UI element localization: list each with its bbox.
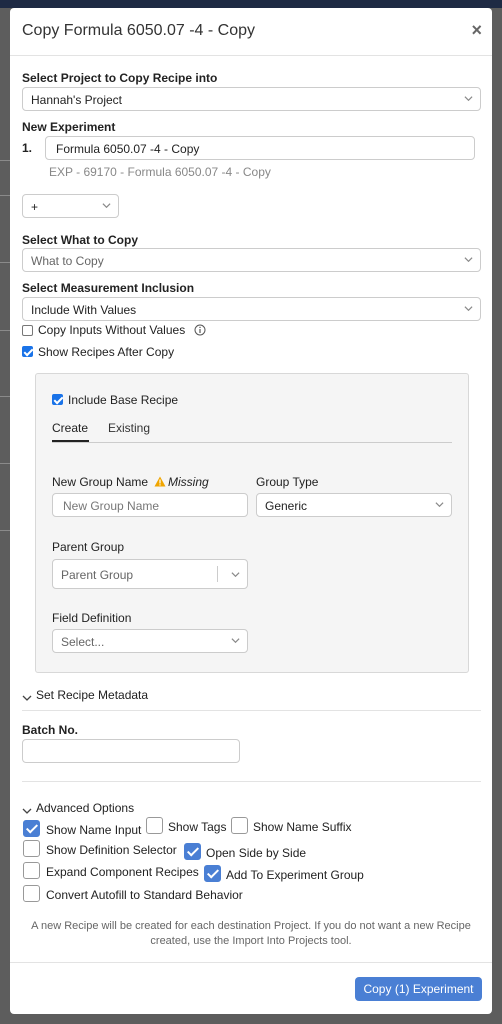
what-to-copy-placeholder: What to Copy [31,254,104,268]
field-definition-select[interactable]: Select... [52,629,248,653]
experiment-subtitle: EXP - 69170 - Formula 6050.07 -4 - Copy [49,165,271,179]
dialog-header: Copy Formula 6050.07 -4 - Copy × [10,8,492,56]
project-select[interactable]: Hannah's Project [22,87,481,111]
new-experiment-label: New Experiment [22,120,116,134]
add-experiment-label: + [31,200,39,214]
section-divider [22,710,481,711]
add-experiment-select[interactable]: + [22,194,119,218]
show-recipes-checkbox[interactable] [22,346,33,357]
base-recipe-panel: Include Base Recipe Create Existing New … [35,373,469,673]
what-to-copy-select[interactable]: What to Copy [22,248,481,272]
batch-no-label: Batch No. [22,723,79,737]
group-name-input[interactable]: New Group Name [52,493,248,517]
open-side-by-side-checkbox[interactable] [184,843,201,860]
chevron-down-icon [231,636,240,644]
backdrop-row-line [0,330,10,331]
group-type-value: Generic [265,499,308,513]
measurement-select[interactable]: Include With Values [22,297,481,321]
show-name-suffix-checkbox[interactable] [231,817,248,834]
copy-inputs-checkbox[interactable] [22,325,33,336]
show-tags-checkbox[interactable] [146,817,163,834]
show-tags-label: Show Tags [168,820,227,834]
group-type-select[interactable]: Generic [256,493,452,517]
backdrop-row-line [0,195,10,196]
close-icon[interactable]: × [471,20,482,41]
field-definition-placeholder: Select... [61,635,105,649]
tabs-divider [52,442,452,443]
footer-divider [10,962,492,963]
backdrop-row-line [0,262,10,263]
chevron-down-icon [435,500,444,508]
footer-note: A new Recipe will be created for each de… [31,920,471,947]
what-to-copy-label: Select What to Copy [22,233,139,247]
chevron-down-icon [102,201,111,209]
chevron-down-icon [231,570,240,578]
chevron-down-icon [464,94,473,102]
warning-icon [154,476,166,490]
copy-inputs-label: Copy Inputs Without Values [38,323,186,337]
backdrop-row-line [0,160,10,161]
backdrop-row-line [0,530,10,531]
parent-group-select[interactable]: Parent Group [52,559,248,589]
experiment-name-value: Formula 6050.07 -4 - Copy [56,142,200,156]
group-name-label: New Group Name [52,475,149,489]
group-name-placeholder: New Group Name [63,499,160,513]
copy-experiment-button[interactable]: Copy (1) Experiment [355,977,482,1001]
experiment-index: 1. [22,141,33,155]
measurement-label: Select Measurement Inclusion [22,281,195,295]
chevron-down-icon[interactable] [22,691,32,705]
measurement-select-value: Include With Values [31,303,137,317]
show-name-input-checkbox[interactable] [23,820,40,837]
info-icon[interactable] [194,324,206,339]
open-side-by-side-label: Open Side by Side [206,846,307,860]
section-divider [22,781,481,782]
show-definition-selector-checkbox[interactable] [23,840,40,857]
parent-group-label: Parent Group [52,540,125,554]
convert-autofill-checkbox[interactable] [23,885,40,902]
convert-autofill-label: Convert Autofill to Standard Behavior [46,888,243,902]
batch-no-input[interactable] [22,739,240,763]
select-separator [217,566,218,582]
copy-formula-dialog: Copy Formula 6050.07 -4 - Copy × Select … [10,8,492,1014]
backdrop-row-line [0,396,10,397]
group-type-label: Group Type [256,475,319,489]
chevron-down-icon [464,255,473,263]
field-definition-label: Field Definition [52,611,132,625]
dialog-title: Copy Formula 6050.07 -4 - Copy [22,22,255,39]
parent-group-placeholder: Parent Group [61,568,134,582]
backdrop-row-line [0,463,10,464]
expand-component-recipes-label: Expand Component Recipes [46,865,199,879]
experiment-name-input[interactable]: Formula 6050.07 -4 - Copy [45,136,475,160]
advanced-options-toggle[interactable]: Advanced Options [36,801,134,815]
show-definition-selector-label: Show Definition Selector [46,843,177,857]
chevron-down-icon [464,304,473,312]
include-base-recipe-label: Include Base Recipe [68,393,179,407]
chevron-down-icon[interactable] [22,804,32,818]
show-name-suffix-label: Show Name Suffix [253,820,352,834]
set-recipe-metadata-toggle[interactable]: Set Recipe Metadata [36,688,148,702]
expand-component-recipes-checkbox[interactable] [23,862,40,879]
missing-label: Missing [168,475,209,489]
project-label: Select Project to Copy Recipe into [22,71,218,85]
project-select-value: Hannah's Project [31,93,123,107]
show-recipes-label: Show Recipes After Copy [38,345,175,359]
add-to-experiment-group-checkbox[interactable] [204,865,221,882]
tab-create[interactable]: Create [52,421,88,435]
include-base-recipe-checkbox[interactable] [52,394,63,405]
backdrop-header [0,0,502,8]
show-name-input-label: Show Name Input [46,823,142,837]
add-to-experiment-group-label: Add To Experiment Group [226,868,364,882]
tab-existing[interactable]: Existing [108,421,150,435]
